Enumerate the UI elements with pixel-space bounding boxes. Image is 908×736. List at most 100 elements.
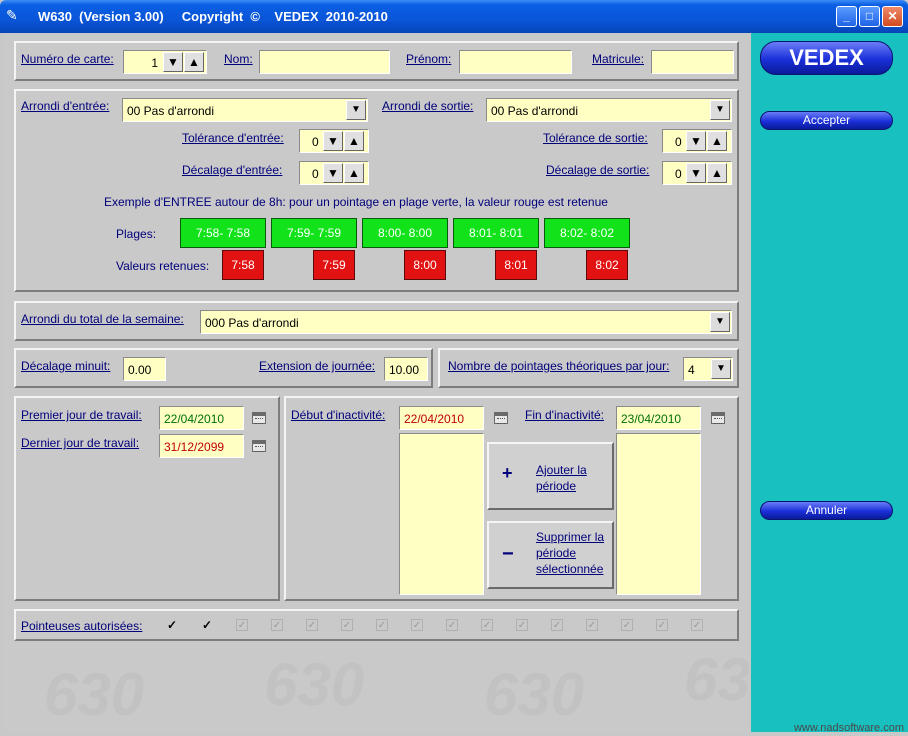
midnight-panel: Décalage minuit: 0.00 Extension de journ… — [14, 348, 433, 388]
terminal-checkbox[interactable]: ✓ — [271, 619, 283, 631]
valeur-box: 7:58 — [222, 250, 264, 280]
exit-offset-label: Décalage de sortie: — [546, 163, 650, 177]
terminal-checkbox[interactable]: ✓ — [621, 619, 633, 631]
entry-rounding-select[interactable]: 00 Pas d'arrondi ▼ — [122, 98, 368, 122]
accept-button[interactable]: Accepter — [760, 111, 893, 130]
plages-label: Plages: — [116, 227, 157, 241]
first-day-field[interactable]: 22/04/2010 — [159, 406, 244, 430]
inactivity-start-list[interactable] — [399, 433, 484, 595]
remove-period-button[interactable]: − Supprimer la période sélectionnée — [487, 521, 614, 589]
calendar-icon[interactable] — [711, 412, 725, 424]
window-title: W630 (Version 3.00) Copyright © VEDEX 20… — [38, 9, 388, 24]
extension-field[interactable]: 10.00 — [384, 357, 428, 381]
entry-tolerance-label: Tolérance d'entrée: — [182, 131, 284, 145]
plage-box: 7:59- 7:59 — [271, 218, 357, 248]
entry-rounding-label: Arrondi d'entrée: — [21, 99, 110, 113]
entry-offset-up-button[interactable]: ▲ — [344, 163, 364, 183]
valeur-box: 8:02 — [586, 250, 628, 280]
terminal-checkbox[interactable]: ✓ — [481, 619, 493, 631]
terminal-checkbox[interactable]: ✓ — [586, 619, 598, 631]
minus-icon: − — [502, 543, 514, 565]
nom-field[interactable] — [259, 50, 390, 74]
exit-rounding-select[interactable]: 00 Pas d'arrondi ▼ — [486, 98, 732, 122]
midnight-offset-label: Décalage minuit: — [21, 359, 111, 373]
chevron-down-icon[interactable]: ▼ — [346, 100, 366, 120]
minimize-button[interactable]: _ — [836, 6, 857, 27]
card-panel: Numéro de carte: 1 ▼ ▲ Nom: Prénom: Matr… — [14, 41, 739, 81]
maximize-button[interactable]: □ — [859, 6, 880, 27]
terminal-checkbox[interactable]: ✓ — [656, 619, 668, 631]
exit-tolerance-down-button[interactable]: ▼ — [686, 131, 706, 151]
terminal-checkbox[interactable]: ✓ — [201, 619, 213, 631]
calendar-icon[interactable] — [252, 440, 266, 452]
terminal-checkbox[interactable]: ✓ — [551, 619, 563, 631]
card-number-label: Numéro de carte: — [21, 52, 114, 66]
punches-per-day-label: Nombre de pointages théoriques par jour: — [448, 359, 670, 373]
inactivity-end-list[interactable] — [616, 433, 701, 595]
terminal-checkbox[interactable]: ✓ — [306, 619, 318, 631]
matricule-label: Matricule: — [592, 52, 645, 66]
brand-logo: VEDEX — [760, 41, 893, 75]
inactivity-end-field[interactable]: 23/04/2010 — [616, 406, 701, 430]
terminal-checkbox[interactable]: ✓ — [341, 619, 353, 631]
add-period-label: Ajouter la période — [536, 463, 587, 493]
entry-rounding-value: 00 Pas d'arrondi — [127, 104, 215, 118]
terminals-panel: Pointeuses autorisées: ✓ ✓ ✓ ✓ ✓ ✓ ✓ ✓ ✓ ✓ ✓ ✓ ✓ ✓ ✓ ✓ — [14, 609, 739, 641]
extension-label: Extension de journée: — [259, 359, 376, 373]
exit-offset-down-button[interactable]: ▼ — [686, 163, 706, 183]
card-number-up-button[interactable]: ▲ — [184, 52, 204, 72]
week-rounding-select[interactable]: 000 Pas d'arrondi ▼ — [200, 310, 732, 334]
exit-tolerance-up-button[interactable]: ▲ — [707, 131, 727, 151]
plage-box: 8:00- 8:00 — [362, 218, 448, 248]
punches-per-day-select[interactable]: 4 ▼ — [683, 357, 733, 381]
chevron-down-icon[interactable]: ▼ — [710, 100, 730, 120]
week-panel: Arrondi du total de la semaine: 000 Pas … — [14, 301, 739, 341]
chevron-down-icon[interactable]: ▼ — [711, 359, 731, 379]
calendar-icon[interactable] — [252, 412, 266, 424]
valeur-box: 8:01 — [495, 250, 537, 280]
watermark: www.nadsoftware.com — [793, 722, 904, 734]
terminal-checkbox[interactable]: ✓ — [516, 619, 528, 631]
exit-tolerance-label: Tolérance de sortie: — [543, 131, 648, 145]
cancel-button[interactable]: Annuler — [760, 501, 893, 520]
title-bar: ✎ W630 (Version 3.00) Copyright © VEDEX … — [0, 0, 908, 33]
inactivity-start-field[interactable]: 22/04/2010 — [399, 406, 484, 430]
inactivity-start-label: Début d'inactivité: — [291, 408, 386, 422]
entry-tolerance-up-button[interactable]: ▲ — [344, 131, 364, 151]
prenom-label: Prénom: — [406, 52, 452, 66]
valeur-box: 8:00 — [404, 250, 446, 280]
terminals-label: Pointeuses autorisées: — [21, 619, 143, 633]
work-days-panel: Premier jour de travail: 22/04/2010 Dern… — [14, 396, 280, 601]
last-day-field[interactable]: 31/12/2099 — [159, 434, 244, 458]
plus-icon: + — [502, 463, 513, 483]
inactivity-end-label: Fin d'inactivité: — [525, 408, 604, 422]
terminal-checkbox[interactable]: ✓ — [376, 619, 388, 631]
exit-offset-up-button[interactable]: ▲ — [707, 163, 727, 183]
entry-tolerance-down-button[interactable]: ▼ — [323, 131, 343, 151]
chevron-down-icon[interactable]: ▼ — [710, 312, 730, 332]
calendar-icon[interactable] — [494, 412, 508, 424]
terminal-checkbox[interactable]: ✓ — [236, 619, 248, 631]
week-rounding-value: 000 Pas d'arrondi — [205, 316, 299, 330]
last-day-label: Dernier jour de travail: — [21, 436, 140, 450]
prenom-field[interactable] — [459, 50, 572, 74]
matricule-field[interactable] — [651, 50, 734, 74]
app-icon[interactable]: ✎ — [6, 7, 26, 25]
terminals-checkboxes: ✓ ✓ ✓ ✓ ✓ ✓ ✓ ✓ ✓ ✓ ✓ ✓ ✓ ✓ ✓ ✓ — [166, 619, 726, 633]
terminal-checkbox[interactable]: ✓ — [411, 619, 423, 631]
terminal-checkbox[interactable]: ✓ — [446, 619, 458, 631]
entry-offset-down-button[interactable]: ▼ — [323, 163, 343, 183]
midnight-offset-field[interactable]: 0.00 — [123, 357, 166, 381]
plage-box: 8:01- 8:01 — [453, 218, 539, 248]
close-button[interactable]: ✕ — [882, 6, 903, 27]
terminal-checkbox[interactable]: ✓ — [166, 619, 178, 631]
card-number-down-button[interactable]: ▼ — [163, 52, 183, 72]
add-period-button[interactable]: + Ajouter la période — [487, 442, 614, 510]
exit-rounding-value: 00 Pas d'arrondi — [491, 104, 579, 118]
rounding-panel: Arrondi d'entrée: 00 Pas d'arrondi ▼ Arr… — [14, 89, 739, 292]
nom-label: Nom: — [224, 52, 253, 66]
terminal-checkbox[interactable]: ✓ — [691, 619, 703, 631]
background-decoration: 630 630 630 63 — [44, 646, 749, 728]
first-day-label: Premier jour de travail: — [21, 408, 142, 422]
inactivity-panel: Début d'inactivité: 22/04/2010 Fin d'ina… — [284, 396, 739, 601]
